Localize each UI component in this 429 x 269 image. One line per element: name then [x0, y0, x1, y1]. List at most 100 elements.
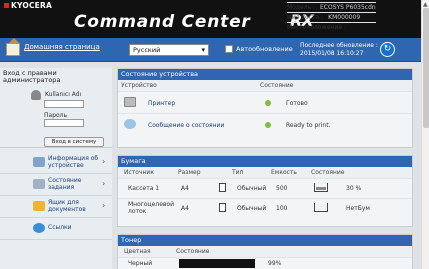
col-state: Состояние [176, 248, 210, 255]
home-link[interactable]: Домашняя страница [24, 43, 100, 51]
chevron-down-icon: ▾ [201, 46, 205, 54]
paper-icon [219, 203, 226, 212]
table-row: Кассета 1 A4 Обычный 500 30 % [118, 178, 412, 198]
col-type: Тип [232, 169, 244, 176]
col-device: Устройство [121, 82, 157, 89]
sidebar-item-label: Состояние задания [48, 177, 81, 191]
chevron-right-icon: › [102, 201, 106, 210]
last-update-label: Последнее обновление : [300, 42, 378, 49]
home-icon[interactable] [6, 38, 20, 56]
col-source: Источник [124, 169, 154, 176]
chevron-right-icon: › [102, 157, 106, 166]
sidebar-item-links[interactable]: Ссылки [0, 218, 112, 240]
login-title: Вход с правами администратора [3, 70, 60, 84]
paper-size: A4 [181, 185, 189, 192]
paper-capacity: 500 [276, 185, 288, 192]
meta-label: Имя хоста : [287, 14, 324, 21]
username-field[interactable] [44, 100, 84, 108]
device-status-head: Устройство Состояние [118, 80, 412, 91]
paper-source-line: лоток [128, 208, 147, 215]
device-meta: Модель : ECOSYS P6035cdn Имя хоста : KM000… [287, 2, 376, 32]
label-line: Состояние [48, 177, 82, 184]
table-row: Черный 99% [118, 257, 412, 269]
table-row: Сообщение о состоянии Ready to print. [118, 113, 412, 135]
label-line: Ящик для [48, 199, 79, 206]
col-color: Цветная [124, 248, 151, 255]
scroll-up-icon[interactable]: ▲ [423, 1, 429, 8]
last-update-value: 2015/01/08 16:10:27 [300, 50, 364, 57]
paper-level-gauge [314, 183, 328, 192]
paper-level-gauge [314, 203, 328, 212]
sidebar-item-job-status[interactable]: Состояние задания › [0, 174, 112, 196]
sidebar-item-document-box[interactable]: Ящик для документов › [0, 196, 112, 218]
paper-source: Многоцелевой лоток [128, 201, 174, 215]
chevron-right-icon: › [102, 179, 106, 188]
password-field[interactable] [44, 119, 84, 127]
paper-title: Бумага [118, 156, 412, 167]
device-status-title: Состояние устройства [118, 69, 412, 80]
table-row: Принтер Готово [118, 91, 412, 113]
language-select[interactable]: Русский ▾ [129, 44, 209, 56]
password-label: Пароль [44, 112, 68, 119]
user-icon [31, 90, 41, 100]
paper-head: Источник Размер Тип Емкость Состояние [118, 167, 412, 178]
username-label: Kullanıcı Adı [45, 91, 82, 98]
label-line: задания [48, 184, 75, 191]
paper-source-line: Многоцелевой [128, 201, 175, 208]
autoupdate-label: Автообновление [236, 45, 293, 53]
paper-capacity: 100 [276, 205, 288, 212]
vertical-scrollbar[interactable]: ▲ [421, 0, 429, 269]
login-button[interactable]: Вход в систему [44, 137, 104, 147]
paper-panel: Бумага Источник Размер Тип Емкость Состо… [117, 155, 413, 227]
links-icon [33, 223, 45, 233]
meta-label: Модель : [287, 4, 315, 11]
sidebar-item-label: Информация об устройстве [48, 155, 98, 169]
toner-color: Черный [128, 260, 153, 267]
label-line: документов [48, 206, 86, 213]
status-ok-icon [265, 100, 271, 106]
last-update: Последнее обновление : 2015/01/08 16:10:… [300, 42, 378, 58]
device-info-icon [33, 157, 45, 167]
kyocera-logo-mark [4, 3, 9, 8]
status-ok-icon [265, 122, 271, 128]
login-panel: Вход с правами администратора Kullanıcı … [0, 68, 112, 148]
document-box-icon [33, 201, 45, 211]
paper-icon [219, 183, 226, 192]
col-size: Размер [178, 169, 201, 176]
col-state: Состояние [260, 82, 294, 89]
sidebar-item-label: Ссылки [48, 224, 72, 231]
top-nav: Домашняя страница Русский ▾ Автообновлен… [0, 38, 421, 62]
label-line: устройстве [48, 162, 84, 169]
label-line: Информация об [48, 155, 99, 162]
header: KYOCERA Command Center RX Модель : ECOSYS… [0, 0, 421, 38]
printer-icon [124, 97, 136, 107]
sidebar-item-device-info[interactable]: Информация об устройстве › [0, 152, 112, 174]
scrollbar-thumb[interactable] [423, 8, 429, 128]
brand-name: KYOCERA [11, 1, 52, 10]
device-name[interactable]: Сообщение о состоянии [148, 122, 224, 129]
toner-state: 99% [268, 260, 282, 267]
device-state: Готово [286, 100, 308, 107]
paper-size: A4 [181, 205, 189, 212]
meta-label: Местоположение : [287, 24, 346, 31]
login-title-line: администратора [3, 76, 61, 84]
job-status-icon [33, 179, 45, 189]
meta-value: KM000009 [328, 14, 361, 21]
table-row: Многоцелевой лоток A4 Обычный 100 НетБум [118, 198, 412, 218]
language-value: Русский [133, 46, 161, 54]
meta-value: ECOSYS P6035cdn [320, 4, 376, 11]
autoupdate-checkbox[interactable] [225, 45, 233, 53]
paper-type: Обычный [237, 185, 267, 192]
paper-source: Кассета 1 [128, 185, 160, 192]
toner-head: Цветная Состояние [118, 246, 412, 257]
device-name[interactable]: Принтер [148, 100, 175, 107]
paper-state: 30 % [346, 185, 362, 192]
toner-level-bar [179, 259, 255, 268]
sidebar-item-label: Ящик для документов [48, 199, 86, 213]
device-state: Ready to print. [286, 122, 331, 129]
paper-type: Обычный [237, 205, 267, 212]
label-line: Ссылки [48, 224, 72, 231]
device-status-panel: Состояние устройства Устройство Состояни… [117, 68, 413, 148]
col-capacity: Емкость [271, 169, 297, 176]
refresh-icon[interactable]: ↻ [380, 42, 395, 57]
